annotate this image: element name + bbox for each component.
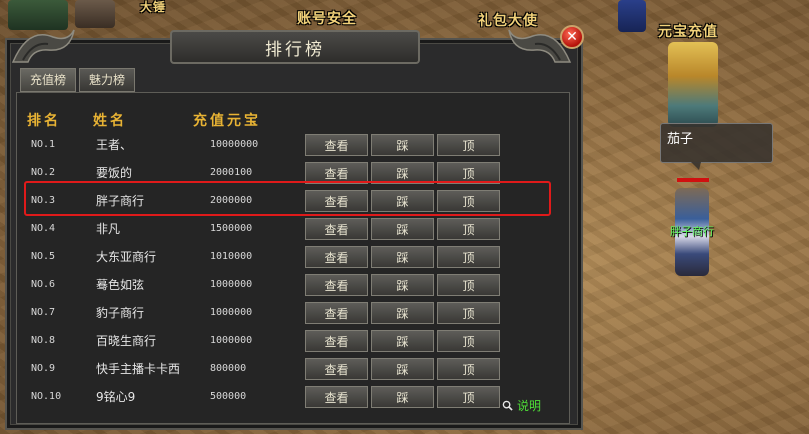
step-button[interactable]: 踩 bbox=[371, 386, 434, 408]
row-recharge-value: 1500000 bbox=[210, 223, 253, 234]
view-button[interactable]: 查看 bbox=[305, 134, 368, 156]
speech-text: 茄子 bbox=[667, 132, 694, 147]
view-button[interactable]: 查看 bbox=[305, 330, 368, 352]
view-button[interactable]: 查看 bbox=[305, 386, 368, 408]
left-dragon-ornament bbox=[11, 29, 75, 63]
row-player-name: 9铭心9 bbox=[96, 390, 136, 404]
ranking-row: NO.5 大东亚商行 1010000 查看踩顶 bbox=[18, 244, 558, 270]
top-button[interactable]: 顶 bbox=[437, 246, 500, 268]
row-recharge-value: 1000000 bbox=[210, 335, 253, 346]
header-name: 姓名 bbox=[93, 113, 127, 129]
view-button[interactable]: 查看 bbox=[305, 274, 368, 296]
npc-label-account-security[interactable]: 账号安全 bbox=[297, 8, 357, 28]
row-rank: NO.1 bbox=[31, 139, 56, 150]
row-recharge-value: 1000000 bbox=[210, 307, 253, 318]
row-rank: NO.8 bbox=[31, 335, 56, 346]
step-button[interactable]: 踩 bbox=[371, 274, 434, 296]
speech-bubble: 茄子 bbox=[660, 123, 773, 170]
ranking-row: NO.8 百晓生商行 1000000 查看踩顶 bbox=[18, 328, 558, 354]
top-button[interactable]: 顶 bbox=[437, 386, 500, 408]
row-recharge-value: 800000 bbox=[210, 363, 247, 374]
ranking-row: NO.9 快手主播卡卡西 800000 查看踩顶 bbox=[18, 356, 558, 382]
row-player-name: 蓦色如弦 bbox=[96, 278, 145, 292]
window-title-bar[interactable]: 排行榜 bbox=[170, 30, 420, 64]
view-button[interactable]: 查看 bbox=[305, 246, 368, 268]
row-rank: NO.5 bbox=[31, 251, 56, 262]
row-player-name: 百晓生商行 bbox=[96, 334, 157, 348]
row-rank: NO.6 bbox=[31, 279, 56, 290]
row-rank: NO.10 bbox=[31, 391, 62, 402]
help-label: 说明 bbox=[517, 399, 542, 413]
recharge-npc-figure[interactable] bbox=[668, 42, 718, 127]
top-button[interactable]: 顶 bbox=[437, 218, 500, 240]
top-button[interactable]: 顶 bbox=[437, 134, 500, 156]
ranking-row: NO.6 蓦色如弦 1000000 查看踩顶 bbox=[18, 272, 558, 298]
player-name-label[interactable]: 胖子商行 bbox=[670, 223, 714, 239]
row-player-name: 非凡 bbox=[96, 222, 121, 236]
row-player-name: 王者、 bbox=[96, 138, 133, 152]
help-link[interactable]: 说明 bbox=[502, 397, 541, 414]
row-rank: NO.4 bbox=[31, 223, 56, 234]
step-button[interactable]: 踩 bbox=[371, 134, 434, 156]
top-button[interactable]: 顶 bbox=[437, 302, 500, 324]
view-button[interactable]: 查看 bbox=[305, 218, 368, 240]
row-player-name: 豹子商行 bbox=[96, 306, 145, 320]
ranking-row: NO.4 非凡 1500000 查看踩顶 bbox=[18, 216, 558, 242]
header-rank: 排名 bbox=[27, 113, 61, 129]
step-button[interactable]: 踩 bbox=[371, 330, 434, 352]
tab-charm-ranking[interactable]: 魅力榜 bbox=[79, 68, 136, 92]
row-player-name: 快手主播卡卡西 bbox=[96, 362, 181, 376]
row-recharge-value: 1000000 bbox=[210, 279, 253, 290]
window-title: 排行榜 bbox=[265, 39, 325, 60]
ranking-row: NO.10 9铭心9 500000 查看踩顶 bbox=[18, 384, 558, 410]
highlighted-row-outline bbox=[24, 181, 551, 216]
magnifier-icon bbox=[502, 400, 513, 411]
tab-recharge-ranking[interactable]: 充值榜 bbox=[20, 68, 77, 92]
row-recharge-value: 1010000 bbox=[210, 251, 253, 262]
row-recharge-value: 10000000 bbox=[210, 139, 259, 150]
view-button[interactable]: 查看 bbox=[305, 302, 368, 324]
top-button[interactable]: 顶 bbox=[437, 330, 500, 352]
row-recharge-value: 500000 bbox=[210, 391, 247, 402]
npc-label-recharge[interactable]: 元宝充值 bbox=[658, 21, 718, 41]
step-button[interactable]: 踩 bbox=[371, 302, 434, 324]
step-button[interactable]: 踩 bbox=[371, 218, 434, 240]
close-button[interactable]: ✕ bbox=[560, 25, 584, 49]
top-button[interactable]: 顶 bbox=[437, 358, 500, 380]
npc-label-dachui[interactable]: 大锤 bbox=[140, 0, 166, 15]
close-icon: ✕ bbox=[566, 29, 578, 45]
row-rank: NO.7 bbox=[31, 307, 56, 318]
top-button[interactable]: 顶 bbox=[437, 274, 500, 296]
header-recharge-value: 充值元宝 bbox=[193, 113, 261, 129]
row-rank: NO.9 bbox=[31, 363, 56, 374]
step-button[interactable]: 踩 bbox=[371, 358, 434, 380]
ranking-row: NO.1 王者、 10000000 查看踩顶 bbox=[18, 132, 558, 158]
ranking-tabs: 充值榜 魅力榜 bbox=[20, 68, 136, 92]
view-button[interactable]: 查看 bbox=[305, 358, 368, 380]
ranking-row: NO.7 豹子商行 1000000 查看踩顶 bbox=[18, 300, 558, 326]
player-health-bar bbox=[677, 178, 709, 182]
row-player-name: 大东亚商行 bbox=[96, 250, 157, 264]
step-button[interactable]: 踩 bbox=[371, 246, 434, 268]
top-left-npc-figure-2 bbox=[75, 0, 115, 28]
npc-figure-blue[interactable] bbox=[618, 0, 646, 32]
